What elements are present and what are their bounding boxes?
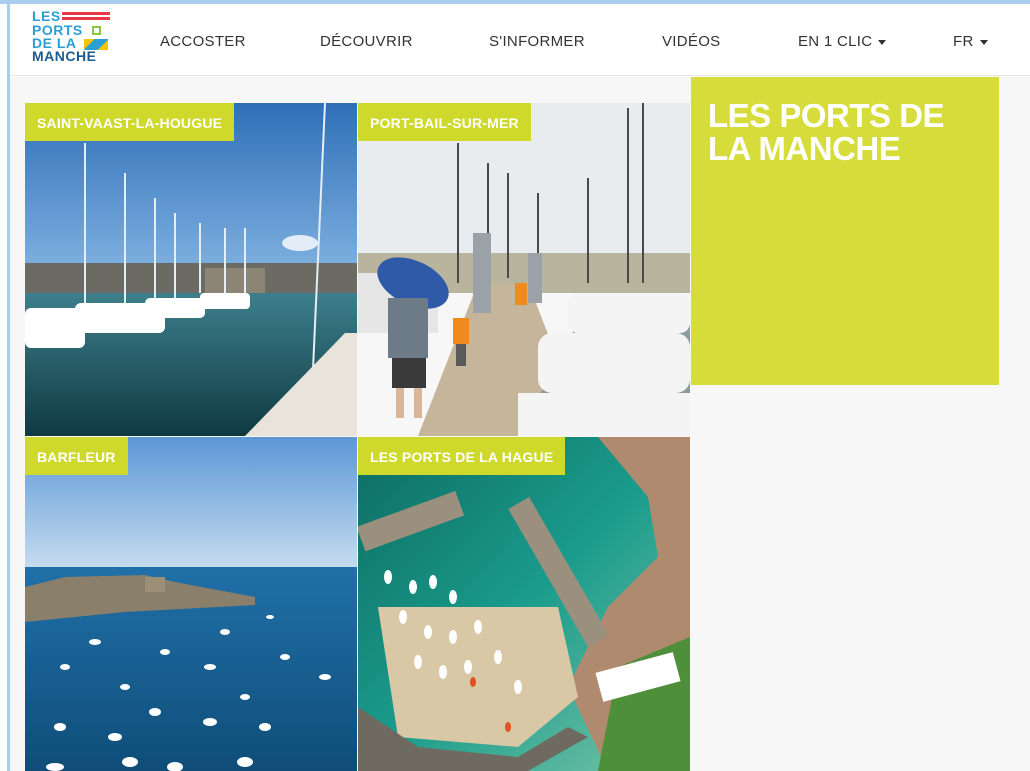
main-nav: ACCOSTER DÉCOUVRIR S'INFORMER VIDÉOS EN …	[10, 4, 1030, 76]
caret-down-icon	[878, 39, 887, 45]
hero-panel: LES PORTS DE LA MANCHE	[691, 77, 999, 385]
nav-item-label: S'INFORMER	[489, 33, 585, 50]
port-tile-label: BARFLEUR	[25, 437, 128, 475]
nav-item-en-1-clic[interactable]: EN 1 CLIC	[798, 33, 887, 50]
nav-item-accoster[interactable]: ACCOSTER	[160, 33, 246, 50]
caret-down-icon	[979, 39, 988, 45]
pontoon-photo	[358, 103, 690, 436]
hero-title: LES PORTS DE LA MANCHE	[708, 97, 945, 167]
port-tile-la-hague[interactable]: LES PORTS DE LA HAGUE	[358, 437, 690, 771]
nav-item-decouvrir[interactable]: DÉCOUVRIR	[320, 33, 413, 50]
main-content: SAINT-VAAST-LA-HOUGUE PORT-BAIL-SUR-MER …	[10, 77, 1030, 771]
port-tile-barfleur[interactable]: BARFLEUR	[25, 437, 357, 771]
port-tile-label: PORT-BAIL-SUR-MER	[358, 103, 531, 141]
nav-item-videos[interactable]: VIDÉOS	[662, 33, 720, 50]
nav-item-label: EN 1 CLIC	[798, 33, 873, 50]
site-header: LES PORTS DE LA MANCHE ACCOSTER DÉCOUVRI…	[10, 4, 1030, 76]
nav-item-label: VIDÉOS	[662, 33, 721, 50]
port-tile-saint-vaast[interactable]: SAINT-VAAST-LA-HOUGUE	[25, 103, 357, 436]
language-selector[interactable]: FR	[953, 33, 988, 50]
nav-item-sinformer[interactable]: S'INFORMER	[489, 33, 585, 50]
nav-item-label: FR	[953, 33, 974, 50]
marina-photo	[25, 103, 357, 436]
nav-item-label: ACCOSTER	[160, 33, 246, 50]
port-tile-label: SAINT-VAAST-LA-HOUGUE	[25, 103, 235, 141]
aerial-harbour-photo	[358, 437, 690, 771]
port-tile-label: LES PORTS DE LA HAGUE	[358, 437, 566, 475]
harbour-photo	[25, 437, 357, 771]
nav-item-label: DÉCOUVRIR	[320, 33, 413, 50]
port-tile-port-bail[interactable]: PORT-BAIL-SUR-MER	[358, 103, 690, 436]
